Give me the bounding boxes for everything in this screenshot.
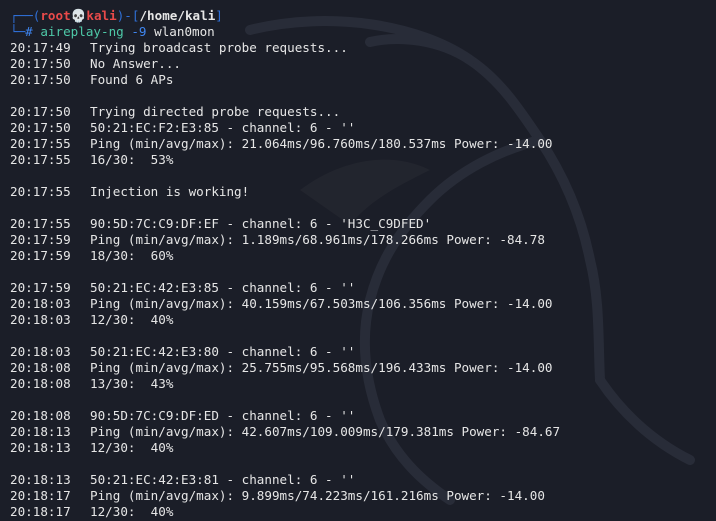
- output-message: 12/30: 40%: [90, 504, 174, 519]
- output-line: 20:17:50 Found 6 APs: [10, 72, 716, 88]
- output-message: 16/30: 53%: [90, 152, 174, 167]
- output-timestamp: 20:18:13: [10, 440, 71, 455]
- output-line: 20:18:08 90:5D:7C:C9:DF:ED - channel: 6 -…: [10, 408, 716, 424]
- command-output: 20:17:49 Trying broadcast probe requests.…: [10, 40, 716, 520]
- output-timestamp: 20:18:08: [10, 376, 71, 391]
- output-message: 18/30: 60%: [90, 248, 174, 263]
- output-line: 20:17:55 Ping (min/avg/max): 21.064ms/96.…: [10, 136, 716, 152]
- output-message: Ping (min/avg/max): 21.064ms/96.760ms/18…: [90, 136, 553, 151]
- output-message: Trying broadcast probe requests...: [90, 40, 348, 55]
- output-timestamp: 20:17:50: [10, 120, 71, 135]
- output-message: 13/30: 43%: [90, 376, 174, 391]
- command-flag: -9: [131, 24, 147, 39]
- output-timestamp: 20:18:03: [10, 296, 71, 311]
- output-message: 50:21:EC:42:E3:85 - channel: 6 - '': [90, 280, 356, 295]
- output-timestamp: 20:17:50: [10, 56, 71, 71]
- prompt-frame-mid: )-[: [116, 8, 140, 23]
- output-timestamp: 20:18:08: [10, 360, 71, 375]
- output-timestamp: 20:17:50: [10, 72, 71, 87]
- prompt-frame-open: ┌──(: [10, 8, 41, 23]
- prompt-line-2[interactable]: └─# aireplay-ng -9 wlan0mon: [10, 24, 716, 40]
- prompt-path: /home/kali: [139, 8, 216, 23]
- output-line: 20:17:50 No Answer...: [10, 56, 716, 72]
- output-message: No Answer...: [90, 56, 181, 71]
- output-message: Injection is working!: [90, 184, 250, 199]
- prompt-frame-close: ]: [215, 8, 223, 23]
- output-message: 90:5D:7C:C9:DF:ED - channel: 6 - '': [90, 408, 356, 423]
- output-line: 20:18:08 13/30: 43%: [10, 376, 716, 392]
- output-line: 20:17:50 50:21:EC:F2:E3:85 - channel: 6 -…: [10, 120, 716, 136]
- output-timestamp: 20:17:50: [10, 104, 71, 119]
- output-line: 20:17:55 Injection is working!: [10, 184, 716, 200]
- output-message: Ping (min/avg/max): 40.159ms/67.503ms/10…: [90, 296, 553, 311]
- output-timestamp: 20:18:03: [10, 344, 71, 359]
- terminal-window[interactable]: ┌──(root💀kali)-[/home/kali] └─# aireplay…: [0, 0, 716, 521]
- output-line: 20:18:13 Ping (min/avg/max): 42.607ms/109…: [10, 424, 716, 440]
- output-message: 12/30: 40%: [90, 312, 174, 327]
- output-line: 20:17:49 Trying broadcast probe requests.…: [10, 40, 716, 56]
- output-line: 20:18:17 12/30: 40%: [10, 504, 716, 520]
- output-message: 12/30: 40%: [90, 440, 174, 455]
- command-name: aireplay-ng: [40, 24, 124, 39]
- output-line: 20:17:59 50:21:EC:42:E3:85 - channel: 6 -…: [10, 280, 716, 296]
- output-timestamp: 20:17:49: [10, 40, 71, 55]
- output-message: Found 6 APs: [90, 72, 174, 87]
- output-timestamp: 20:17:59: [10, 232, 71, 247]
- prompt-line-1: ┌──(root💀kali)-[/home/kali]: [10, 8, 716, 24]
- output-timestamp: 20:18:03: [10, 312, 71, 327]
- output-timestamp: 20:17:55: [10, 136, 71, 151]
- prompt-frame-bottom: └─: [10, 24, 26, 39]
- output-line: 20:17:59 Ping (min/avg/max): 1.189ms/68.9…: [10, 232, 716, 248]
- output-line: 20:18:03 Ping (min/avg/max): 40.159ms/67.…: [10, 296, 716, 312]
- output-timestamp: 20:17:59: [10, 280, 71, 295]
- output-message: 50:21:EC:42:E3:81 - channel: 6 - '': [90, 472, 356, 487]
- output-message: 50:21:EC:42:E3:80 - channel: 6 - '': [90, 344, 356, 359]
- output-timestamp: 20:18:17: [10, 504, 71, 519]
- skull-icon: 💀: [70, 8, 87, 23]
- command-interface: wlan0mon: [154, 24, 215, 39]
- prompt-symbol: #: [25, 24, 41, 39]
- output-timestamp: 20:17:55: [10, 184, 71, 199]
- output-line: 20:17:55 90:5D:7C:C9:DF:EF - channel: 6 -…: [10, 216, 716, 232]
- output-message: Ping (min/avg/max): 25.755ms/95.568ms/19…: [90, 360, 553, 375]
- output-line: 20:17:59 18/30: 60%: [10, 248, 716, 264]
- output-line: 20:18:13 12/30: 40%: [10, 440, 716, 456]
- output-line: 20:18:08 Ping (min/avg/max): 25.755ms/95.…: [10, 360, 716, 376]
- output-message: 50:21:EC:F2:E3:85 - channel: 6 - '': [90, 120, 356, 135]
- output-timestamp: 20:17:55: [10, 216, 71, 231]
- output-line: 20:17:55 16/30: 53%: [10, 152, 716, 168]
- output-line: 20:18:03 12/30: 40%: [10, 312, 716, 328]
- output-timestamp: 20:17:55: [10, 152, 71, 167]
- output-message: 90:5D:7C:C9:DF:EF - channel: 6 - 'H3C_C9…: [90, 216, 432, 231]
- output-line: 20:18:17 Ping (min/avg/max): 9.899ms/74.2…: [10, 488, 716, 504]
- output-message: Trying directed probe requests...: [90, 104, 341, 119]
- output-line: 20:17:50 Trying directed probe requests..…: [10, 104, 716, 120]
- output-message: Ping (min/avg/max): 42.607ms/109.009ms/1…: [90, 424, 561, 439]
- terminal-output: ┌──(root💀kali)-[/home/kali] └─# aireplay…: [10, 8, 716, 520]
- output-message: Ping (min/avg/max): 9.899ms/74.223ms/161…: [90, 488, 545, 503]
- output-message: Ping (min/avg/max): 1.189ms/68.961ms/178…: [90, 232, 545, 247]
- output-timestamp: 20:17:59: [10, 248, 71, 263]
- prompt-user: root: [40, 8, 71, 23]
- output-timestamp: 20:18:17: [10, 488, 71, 503]
- output-timestamp: 20:18:08: [10, 408, 71, 423]
- prompt-host: kali: [86, 8, 117, 23]
- output-timestamp: 20:18:13: [10, 472, 71, 487]
- output-timestamp: 20:18:13: [10, 424, 71, 439]
- output-line: 20:18:03 50:21:EC:42:E3:80 - channel: 6 -…: [10, 344, 716, 360]
- output-line: 20:18:13 50:21:EC:42:E3:81 - channel: 6 -…: [10, 472, 716, 488]
